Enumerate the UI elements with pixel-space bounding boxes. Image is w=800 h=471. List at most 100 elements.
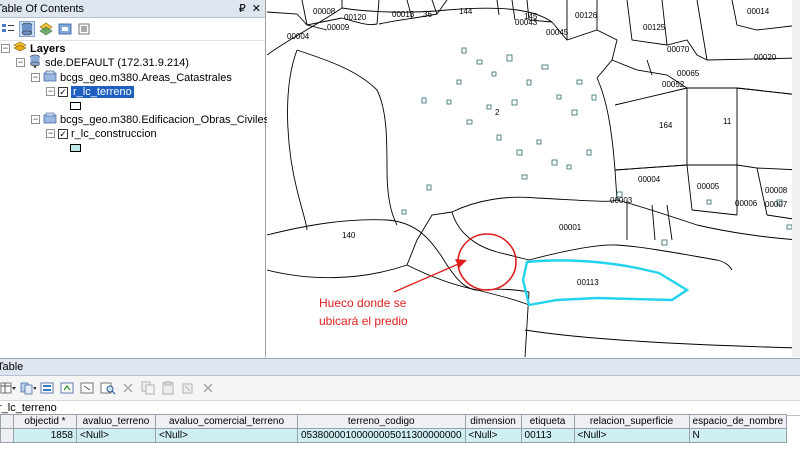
tree-row-group-areas[interactable]: − bcgs_geo.m380.Areas_Catastrales xyxy=(31,70,232,85)
toc-title-bar: Table Of Contents ₽ ✕ xyxy=(0,0,265,18)
database-label: sde.DEFAULT (172.31.9.214) xyxy=(45,56,189,69)
database-connection-icon xyxy=(28,54,42,71)
annotation-text-line1: Hueco donde se xyxy=(319,296,407,310)
layer-terreno-checkbox[interactable]: ✓ xyxy=(58,86,68,97)
parcel-label: 00014 xyxy=(747,7,770,16)
toc-title: Table Of Contents xyxy=(0,2,85,15)
layer-terreno-label[interactable]: r_lc_terreno xyxy=(71,85,134,98)
close-selection-icon[interactable] xyxy=(200,380,216,396)
parcel-label: 00004 xyxy=(638,175,661,184)
tree-row-database[interactable]: − sde.DEFAULT (172.31.9.214) xyxy=(16,54,189,71)
parcel-label: 00006 xyxy=(735,199,758,208)
parcel-label: 144 xyxy=(459,7,473,16)
cut-icon[interactable] xyxy=(180,380,196,396)
parcel-label: 00004 xyxy=(287,32,310,41)
pin-icon[interactable]: ₽ xyxy=(239,2,246,15)
parcel-label: 00020 xyxy=(754,53,777,62)
column-header[interactable]: terreno_codigo xyxy=(297,414,466,429)
layer-construccion-symbol[interactable] xyxy=(70,144,81,152)
collapse-icon[interactable]: − xyxy=(46,87,55,96)
highlighted-parcel-00113[interactable] xyxy=(521,259,690,307)
table-cell[interactable]: N xyxy=(688,428,788,443)
options-icon[interactable] xyxy=(76,21,92,37)
column-header[interactable]: objectid * xyxy=(13,414,77,429)
parcel-label: 00003 xyxy=(610,196,633,205)
related-tables-icon[interactable] xyxy=(20,380,36,396)
toc-toolbar xyxy=(0,18,265,41)
parcel-label: 00065 xyxy=(677,69,700,78)
annotation-circle xyxy=(457,233,517,291)
collapse-icon[interactable]: − xyxy=(16,58,25,67)
tree-row-group-edificacion[interactable]: − bcgs_geo.m380.Edificacion_Obras_Civile… xyxy=(31,112,269,127)
parcel-label: 164 xyxy=(659,121,673,130)
layers-label: Layers xyxy=(30,42,66,55)
close-icon[interactable]: ✕ xyxy=(252,2,261,15)
parcel-label: 00008 xyxy=(313,7,336,16)
layer-construccion-checkbox[interactable]: ✓ xyxy=(58,128,68,139)
table-header-row: objectid * avaluo_terreno avaluo_comerci… xyxy=(0,414,788,429)
row-header-corner xyxy=(0,414,14,429)
column-header[interactable]: dimension xyxy=(464,414,522,429)
collapse-icon[interactable]: − xyxy=(46,129,55,138)
map-canvas[interactable]: 00008 00009 00120 00013 36 144 145 00043… xyxy=(267,0,800,357)
copy-icon[interactable] xyxy=(140,380,156,396)
collapse-icon[interactable]: − xyxy=(31,73,40,82)
table-cell[interactable]: <Null> xyxy=(573,428,690,443)
table-row[interactable]: 1858 <Null> <Null> 053800001000000050113… xyxy=(0,428,788,443)
parcel-label: 00125 xyxy=(643,23,666,32)
table-cell[interactable]: 1858 xyxy=(13,428,77,443)
parcel-label: 00120 xyxy=(344,13,367,22)
column-header[interactable]: relacion_superficie xyxy=(573,414,690,429)
parcel-label: 140 xyxy=(342,231,356,240)
tree-row-layer-terreno[interactable]: − ✓ r_lc_terreno xyxy=(46,84,134,99)
group-edificacion-label: bcgs_geo.m380.Edificacion_Obras_Civiles xyxy=(60,113,270,126)
attribute-table: objectid * avaluo_terreno avaluo_comerci… xyxy=(0,414,788,443)
table-cell[interactable]: 05380000100000005011300000000 xyxy=(297,428,466,443)
row-selector[interactable] xyxy=(0,428,14,443)
parcel-label: 00113 xyxy=(577,278,599,287)
list-by-visibility-icon[interactable] xyxy=(38,21,54,37)
parcel-label: 00052 xyxy=(662,80,685,89)
parcel-label: 00001 xyxy=(559,223,582,232)
tree-row-layer-construccion[interactable]: − ✓ r_lc_construccion xyxy=(46,126,157,141)
column-header[interactable]: avaluo_comercial_terreno xyxy=(155,414,298,429)
table-title-bar: Table xyxy=(0,359,800,376)
select-by-attributes-icon[interactable] xyxy=(40,380,56,396)
table-cell[interactable]: <Null> xyxy=(155,428,298,443)
layer-terreno-symbol[interactable] xyxy=(70,102,81,110)
feature-dataset-icon xyxy=(43,112,57,127)
toc-panel: Table Of Contents ₽ ✕ − Layers − sde.DEF… xyxy=(0,0,269,357)
parcel-label: 00005 xyxy=(697,182,720,191)
table-cell[interactable]: <Null> xyxy=(464,428,522,443)
table-options-icon[interactable] xyxy=(0,380,16,396)
parcel-label: 00043 xyxy=(515,18,538,27)
table-cell[interactable]: <Null> xyxy=(76,428,156,443)
zoom-to-selected-icon[interactable] xyxy=(100,380,116,396)
table-layer-name: r_lc_terreno xyxy=(0,402,57,414)
clear-selection-icon[interactable] xyxy=(80,380,96,396)
collapse-icon[interactable]: − xyxy=(1,44,10,53)
feature-dataset-icon xyxy=(43,70,57,85)
paste-icon[interactable] xyxy=(160,380,176,396)
layer-construccion-label[interactable]: r_lc_construccion xyxy=(71,128,157,140)
group-areas-label: bcgs_geo.m380.Areas_Catastrales xyxy=(60,71,232,84)
list-by-drawing-order-icon[interactable] xyxy=(0,21,16,37)
parcel-label: 00009 xyxy=(327,23,350,32)
parcel-label: 11 xyxy=(723,117,732,126)
list-by-selection-icon[interactable] xyxy=(57,21,73,37)
column-header[interactable]: espacio_de_nombre xyxy=(688,414,788,429)
map-scrollbar[interactable] xyxy=(792,0,800,357)
column-header[interactable]: etiqueta xyxy=(520,414,575,429)
delete-selected-icon[interactable] xyxy=(120,380,136,396)
switch-selection-icon[interactable] xyxy=(60,380,76,396)
list-by-source-icon[interactable] xyxy=(19,21,35,37)
parcel-label: 00008 xyxy=(765,186,788,195)
table-toolbar xyxy=(0,376,800,401)
map-view[interactable]: 00008 00009 00120 00013 36 144 145 00043… xyxy=(267,0,800,357)
annotation-arrowhead xyxy=(455,259,467,268)
column-header[interactable]: avaluo_terreno xyxy=(76,414,156,429)
collapse-icon[interactable]: − xyxy=(31,115,40,124)
layers-icon xyxy=(13,41,27,56)
table-cell[interactable]: 00113 xyxy=(520,428,575,443)
table-window: Table xyxy=(0,358,800,471)
